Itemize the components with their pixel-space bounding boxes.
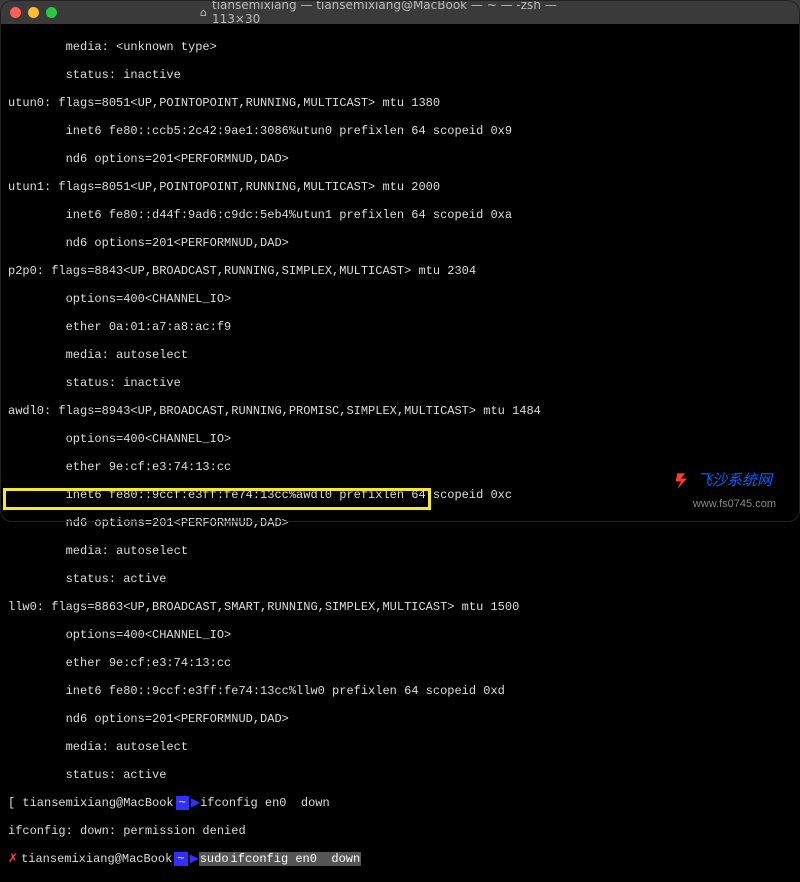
command-text: ifconfig en0 down [200,796,330,810]
traffic-lights [10,7,57,18]
close-button[interactable] [10,7,21,18]
terminal-output[interactable]: media: <unknown type> status: inactive u… [0,24,800,882]
output-line: inet6 fe80::d44f:9ad6:c9dc:5eb4%utun1 pr… [8,208,792,222]
output-line: status: active [8,572,792,586]
output-line: ether 0a:01:a7:a8:ac:f9 [8,320,792,334]
title-text: tiansemixiang — tiansemixiang@MacBook — … [212,0,600,26]
prompt-line: [ tiansemixiang@MacBook ~▶ ifconfig en0 … [8,796,792,810]
maximize-button[interactable] [46,7,57,18]
error-line: ifconfig: down: permission denied [8,824,792,838]
output-line: p2p0: flags=8843<UP,BROADCAST,RUNNING,SI… [8,264,792,278]
output-line: nd6 options=201<PERFORMNUD,DAD> [8,236,792,250]
prompt-line[interactable]: ✗ tiansemixiang@MacBook ~▶ sudo ifconfig… [8,852,792,866]
output-line: nd6 options=201<PERFORMNUD,DAD> [8,516,792,530]
output-line: media: autoselect [8,740,792,754]
output-line: options=400<CHANNEL_IO> [8,432,792,446]
sudo-keyword: sudo [199,852,230,866]
prompt-path-marker: ~ [176,796,189,810]
output-line: ether 9e:cf:e3:74:13:cc [8,656,792,670]
output-line: inet6 fe80::ccb5:2c42:9ae1:3086%utun0 pr… [8,124,792,138]
output-line: utun0: flags=8051<UP,POINTOPOINT,RUNNING… [8,96,792,110]
prompt-arrow-icon: ▶ [190,852,199,866]
watermark: 飞沙系统网 [669,467,778,492]
prompt-user-host: tiansemixiang@MacBook [22,796,173,810]
output-line: nd6 options=201<PERFORMNUD,DAD> [8,152,792,166]
watermark-text: 飞沙系统网 [697,469,772,490]
minimize-button[interactable] [28,7,39,18]
prompt-arrow-icon: ▶ [191,796,200,810]
output-line: utun1: flags=8051<UP,POINTOPOINT,RUNNING… [8,180,792,194]
output-line: options=400<CHANNEL_IO> [8,292,792,306]
output-line: nd6 options=201<PERFORMNUD,DAD> [8,712,792,726]
output-line: awdl0: flags=8943<UP,BROADCAST,RUNNING,P… [8,404,792,418]
output-line: inet6 fe80::9ccf:e3ff:fe74:13cc%llw0 pre… [8,684,792,698]
output-line: options=400<CHANNEL_IO> [8,628,792,642]
watermark-url: www.fs0745.com [693,498,776,510]
prompt-user-host: tiansemixiang@MacBook [21,852,172,866]
output-line: status: inactive [8,376,792,390]
output-line: status: inactive [8,68,792,82]
output-line: llw0: flags=8863<UP,BROADCAST,SMART,RUNN… [8,600,792,614]
command-text: ifconfig en0 down [230,852,362,866]
watermark-logo-icon [675,471,693,489]
home-icon: ⌂ [200,6,207,19]
window-title: ⌂ tiansemixiang — tiansemixiang@MacBook … [200,0,600,26]
output-line: media: <unknown type> [8,40,792,54]
titlebar: ⌂ tiansemixiang — tiansemixiang@MacBook … [0,0,800,24]
error-x-icon: ✗ [8,852,18,866]
output-line: media: autoselect [8,544,792,558]
output-line: media: autoselect [8,348,792,362]
prompt-path-marker: ~ [174,852,187,866]
output-line: status: active [8,768,792,782]
